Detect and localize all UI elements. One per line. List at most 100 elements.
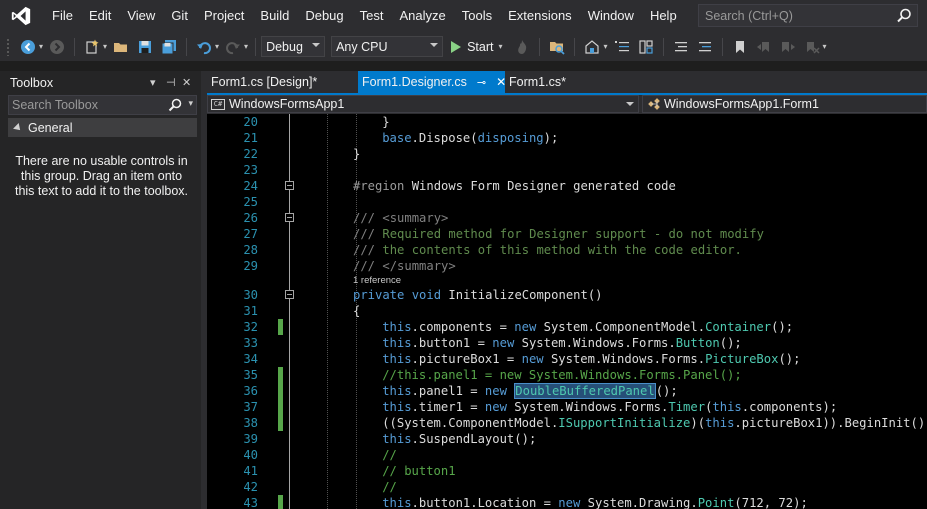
collapse-region-icon[interactable] bbox=[285, 290, 294, 299]
hot-reload-icon[interactable] bbox=[512, 37, 532, 57]
save-all-icon[interactable] bbox=[159, 37, 179, 57]
toolbar-grip-icon[interactable] bbox=[6, 37, 10, 56]
redo-dropdown-icon[interactable]: ▾ bbox=[244, 42, 248, 51]
format-document-icon[interactable] bbox=[612, 37, 632, 57]
code-line[interactable]: 22} bbox=[207, 146, 927, 162]
menu-item-build[interactable]: Build bbox=[252, 0, 297, 32]
code-line[interactable]: 26 /// <summary> bbox=[207, 210, 927, 226]
code-line[interactable]: 25 bbox=[207, 194, 927, 210]
code-line[interactable]: 40 // bbox=[207, 447, 927, 463]
code-line[interactable]: 39 this.SuspendLayout(); bbox=[207, 431, 927, 447]
menu-item-help[interactable]: Help bbox=[642, 0, 685, 32]
code-token: .Dispose( bbox=[411, 131, 478, 145]
code-line[interactable]: 33 this.button1 = new System.Windows.Form… bbox=[207, 335, 927, 351]
auto-hide-pin-icon[interactable]: ⊣ bbox=[166, 76, 176, 89]
new-item-icon[interactable] bbox=[82, 37, 102, 57]
search-icon[interactable] bbox=[168, 98, 182, 112]
tab-form1-designer-cs[interactable]: Form1.Designer.cs ⊸ ✕ bbox=[358, 71, 506, 93]
toolbar-overflow-icon[interactable]: ▾ bbox=[823, 42, 827, 51]
pin-tab-icon[interactable]: ⊸ bbox=[477, 76, 486, 89]
code-token: new bbox=[484, 400, 507, 414]
uncomment-lines-icon[interactable] bbox=[695, 37, 715, 57]
tab-form1-cs[interactable]: Form1.cs* bbox=[505, 71, 605, 93]
project-dropdown[interactable]: C# WindowsFormsApp1 bbox=[207, 95, 639, 113]
code-line[interactable]: 23 bbox=[207, 162, 927, 178]
code-line[interactable]: 31 { bbox=[207, 303, 927, 319]
menu-item-window[interactable]: Window bbox=[580, 0, 642, 32]
code-editor[interactable]: 20} 21 base.Dispose(disposing); 22} 23 24 #reg… bbox=[207, 114, 927, 509]
menu-item-file[interactable]: File bbox=[44, 0, 81, 32]
menu-item-extensions[interactable]: Extensions bbox=[500, 0, 580, 32]
code-line[interactable]: 42 // bbox=[207, 479, 927, 495]
undo-icon[interactable] bbox=[194, 37, 214, 57]
menu-item-tools[interactable]: Tools bbox=[454, 0, 500, 32]
collapse-region-icon[interactable] bbox=[285, 181, 294, 190]
toolbox-empty-message[interactable]: There are no usable controls in this gro… bbox=[0, 154, 201, 199]
previous-bookmark-icon[interactable] bbox=[754, 37, 774, 57]
code-line[interactable]: 27 /// Required method for Designer suppo… bbox=[207, 226, 927, 242]
browser-link-icon[interactable] bbox=[582, 37, 602, 57]
menu-item-project[interactable]: Project bbox=[196, 0, 252, 32]
code-token: this bbox=[382, 432, 412, 446]
tab-label: Form1.cs [Design]* bbox=[211, 75, 318, 89]
menu-item-debug[interactable]: Debug bbox=[297, 0, 351, 32]
open-folder-icon[interactable] bbox=[111, 37, 131, 57]
code-line[interactable]: 21 base.Dispose(disposing); bbox=[207, 130, 927, 146]
search-options-icon[interactable]: ▾ bbox=[188, 98, 193, 109]
menu-item-git[interactable]: Git bbox=[163, 0, 196, 32]
code-line[interactable]: 34 this.pictureBox1 = new System.Windows.… bbox=[207, 351, 927, 367]
code-line[interactable]: 38 ((System.ComponentModel.ISupportInitia… bbox=[207, 415, 927, 431]
back-dropdown-icon[interactable]: ▾ bbox=[39, 42, 43, 51]
save-icon[interactable] bbox=[135, 37, 155, 57]
close-icon[interactable]: ✕ bbox=[182, 76, 191, 89]
code-line[interactable]: 28 /// the contents of this method with t… bbox=[207, 242, 927, 258]
chevron-down-icon bbox=[430, 43, 439, 47]
code-line[interactable]: 20} bbox=[207, 114, 927, 130]
menu-item-view[interactable]: View bbox=[119, 0, 163, 32]
comment-lines-icon[interactable] bbox=[671, 37, 691, 57]
code-token: .components); bbox=[741, 400, 838, 414]
menu-item-edit[interactable]: Edit bbox=[81, 0, 119, 32]
solution-configuration-combo[interactable]: Debug bbox=[261, 36, 326, 57]
navigate-back-icon[interactable] bbox=[18, 37, 38, 57]
next-bookmark-icon[interactable] bbox=[778, 37, 798, 57]
code-text: // bbox=[382, 479, 397, 495]
toolbar-separator bbox=[574, 37, 576, 56]
code-line[interactable]: 43 this.button1.Location = new System.Dra… bbox=[207, 495, 927, 509]
code-line[interactable]: 35 //this.panel1 = new System.Windows.For… bbox=[207, 367, 927, 383]
line-number: 27 bbox=[243, 227, 258, 241]
toolbox-search-placeholder: Search Toolbox bbox=[12, 98, 98, 112]
collapse-region-icon[interactable] bbox=[285, 213, 294, 222]
redo-icon[interactable] bbox=[223, 37, 243, 57]
toggle-bookmark-icon[interactable] bbox=[730, 37, 750, 57]
navigation-bar: C# WindowsFormsApp1 WindowsFormsApp1.For… bbox=[207, 95, 927, 114]
browser-link-dropdown-icon[interactable]: ▾ bbox=[603, 42, 607, 51]
window-position-icon[interactable]: ▾ bbox=[150, 76, 156, 89]
code-line[interactable]: 41 // button1 bbox=[207, 463, 927, 479]
search-box[interactable]: Search (Ctrl+Q) bbox=[698, 4, 918, 27]
code-line[interactable]: 30 private void InitializeComponent() bbox=[207, 287, 927, 303]
navigate-forward-icon[interactable] bbox=[47, 37, 67, 57]
clear-bookmarks-icon[interactable] bbox=[802, 37, 822, 57]
undo-dropdown-icon[interactable]: ▾ bbox=[215, 42, 219, 51]
tab-label: Form1.Designer.cs bbox=[362, 75, 467, 89]
toolbox-group-general[interactable]: General bbox=[8, 118, 197, 137]
menu-item-analyze[interactable]: Analyze bbox=[391, 0, 453, 32]
code-line[interactable]: 36 this.panel1 = new DoubleBufferedPanel(… bbox=[207, 383, 927, 399]
new-item-dropdown-icon[interactable]: ▾ bbox=[103, 42, 107, 51]
code-line[interactable]: 37 this.timer1 = new System.Windows.Forms… bbox=[207, 399, 927, 415]
code-line[interactable]: 24 #region Windows Form Designer generate… bbox=[207, 178, 927, 194]
code-line[interactable]: 32 this.components = new System.Component… bbox=[207, 319, 927, 335]
find-in-files-icon[interactable] bbox=[547, 37, 567, 57]
toolbox-search-input[interactable]: Search Toolbox ▾ bbox=[8, 95, 197, 115]
code-token: } bbox=[353, 147, 361, 161]
start-debugging-button[interactable]: Start ▾ bbox=[451, 40, 504, 54]
menu-item-test[interactable]: Test bbox=[352, 0, 392, 32]
code-line[interactable]: 29 /// </summary> bbox=[207, 258, 927, 274]
solution-platform-combo[interactable]: Any CPU bbox=[331, 36, 444, 57]
solution-explorer-icon[interactable] bbox=[636, 37, 656, 57]
start-dropdown-icon[interactable]: ▾ bbox=[498, 42, 502, 51]
type-dropdown[interactable]: WindowsFormsApp1.Form1 bbox=[642, 95, 927, 113]
code-text: /// </summary> bbox=[353, 258, 456, 274]
tab-form1-design[interactable]: Form1.cs [Design]* bbox=[207, 71, 357, 93]
